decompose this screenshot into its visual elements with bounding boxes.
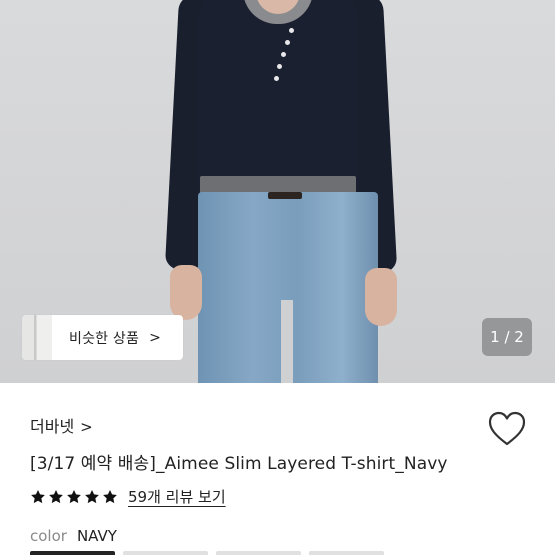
model-belt — [268, 192, 302, 199]
shirt-button — [285, 40, 290, 45]
reviews-link[interactable]: 59개 리뷰 보기 — [128, 486, 226, 507]
similar-product-thumbnail — [22, 315, 52, 360]
similar-products-label: 비슷한 상품 — [69, 330, 140, 347]
star-filled-icon — [31, 489, 45, 503]
star-filled-icon — [49, 489, 63, 503]
shirt-button — [289, 28, 294, 33]
store-name: 더바넷 — [30, 417, 75, 436]
chevron-right-icon: > — [80, 418, 93, 436]
similar-products-button[interactable]: 비슷한 상품 > — [22, 315, 183, 360]
shirt-button — [274, 76, 279, 81]
product-title: [3/17 예약 배송]_Aimee Slim Layered T-shirt_… — [30, 454, 448, 474]
color-value: NAVY — [76, 527, 117, 545]
color-label: color — [30, 527, 67, 545]
product-image[interactable]: 비슷한 상품 > 1 / 2 — [0, 0, 555, 383]
rating-row: 59개 리뷰 보기 — [30, 486, 226, 507]
color-swatch[interactable] — [216, 551, 301, 555]
color-option: color NAVY — [30, 527, 117, 545]
color-swatch-selected[interactable] — [30, 551, 115, 555]
star-filled-icon — [85, 489, 99, 503]
heart-outline-icon[interactable] — [487, 410, 527, 448]
shirt-button — [277, 64, 282, 69]
model-right-hand — [365, 268, 397, 326]
jeans-leg-gap — [281, 300, 293, 383]
image-counter: 1 / 2 — [482, 318, 532, 356]
store-link[interactable]: 더바넷 > — [30, 413, 93, 437]
model-torso — [198, 0, 358, 195]
shirt-button — [281, 52, 286, 57]
star-filled-icon — [103, 489, 117, 503]
color-swatch[interactable] — [309, 551, 384, 555]
color-swatch[interactable] — [123, 551, 208, 555]
chevron-right-icon: > — [149, 329, 161, 346]
model-left-hand — [170, 265, 202, 320]
star-filled-icon — [67, 489, 81, 503]
